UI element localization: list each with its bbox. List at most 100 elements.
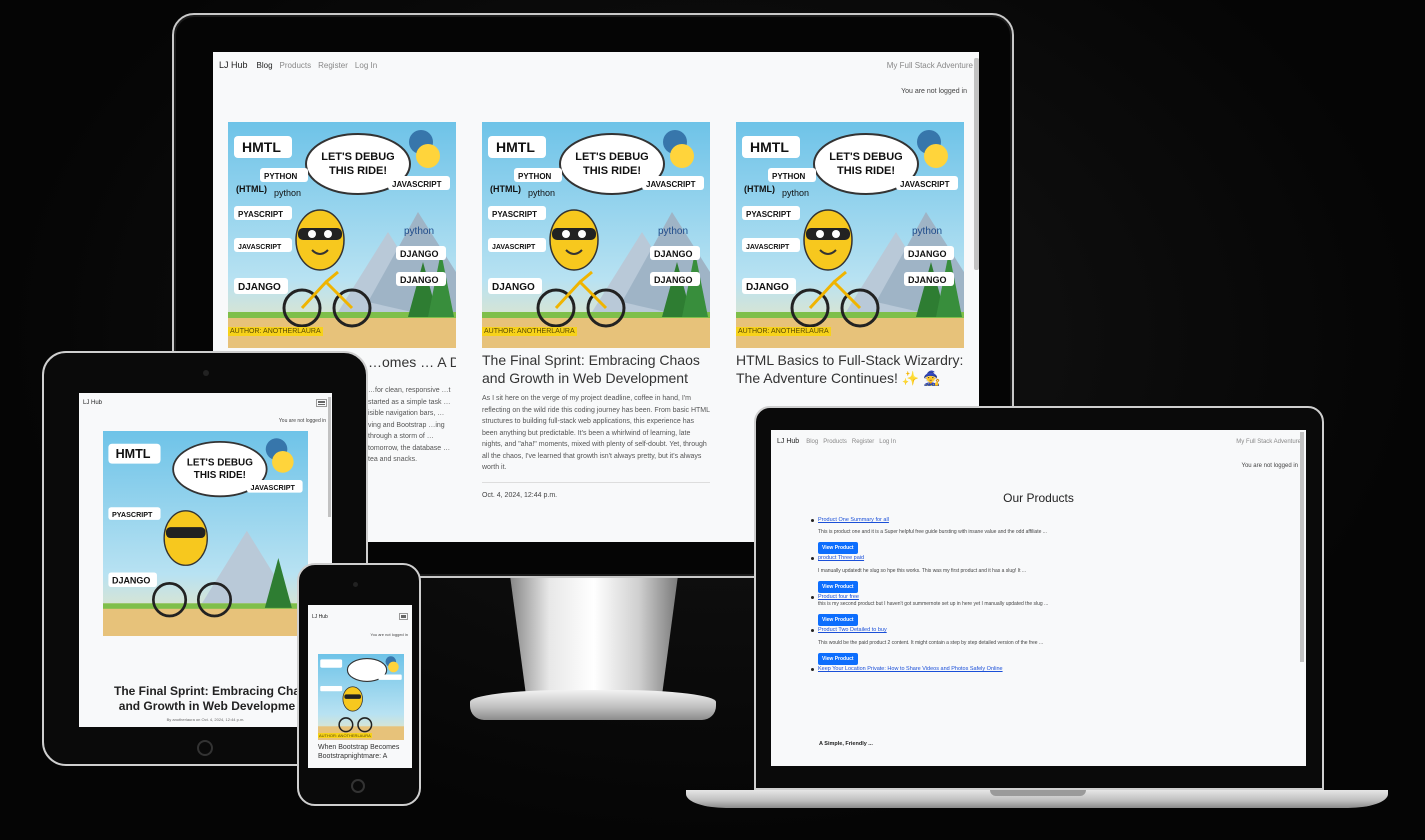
hamburger-menu-icon[interactable] [399,613,408,620]
brand-logo[interactable]: LJ Hub [777,438,799,445]
list-item: Keep Your Location Private: How to Share… [811,665,1281,673]
svg-text:HMTL: HMTL [750,139,789,155]
svg-text:JAVASCRIPT: JAVASCRIPT [238,244,282,251]
navbar: LJ Hub Blog Products Register Log In My … [777,438,1301,445]
author-badge: AUTHOR: ANOTHERLAURA [736,327,831,336]
login-status: You are not logged in [1241,463,1299,469]
blog-card-excerpt: As I sit here on the verge of my project… [482,395,710,471]
debug-ride-illustration: LET'S DEBUG THIS RIDE! HMTL PYTHON (HTML… [482,122,710,348]
debug-ride-illustration: LET'S DEBUG THIS RIDE! HMTL PYTHON (HTML… [228,122,456,348]
product-description: This would be the paid product 2 content… [818,640,1044,646]
product-description: I manually updatedt he slug so hpe this … [818,568,1027,574]
svg-text:JAVASCRIPT: JAVASCRIPT [646,180,696,189]
svg-text:JAVASCRIPT: JAVASCRIPT [746,244,790,251]
monitor-stand-base [470,690,716,720]
svg-text:python: python [658,226,688,237]
product-link[interactable]: Product Two Detailed to buy [818,626,1281,634]
debug-ride-illustration: LET'S DEBUG THIS RIDE! HMTL PYASCRIPT JA… [103,431,308,636]
camera-icon [203,370,209,376]
laptop-notch [990,790,1086,796]
nav-link-login[interactable]: Log In [355,61,377,70]
svg-text:JAVASCRIPT: JAVASCRIPT [900,180,950,189]
svg-text:PYASCRIPT: PYASCRIPT [238,210,283,219]
svg-text:DJANGO: DJANGO [400,275,439,285]
blog-card[interactable]: LET'S DEBUG THIS RIDE! HMTL PYTHON (HTML… [482,122,710,499]
svg-text:DJANGO: DJANGO [654,275,693,285]
blog-card-title[interactable]: When Bootstrap Becomes Bootstrapnightmar… [318,743,404,761]
svg-text:DJANGO: DJANGO [400,249,439,259]
blog-card-image[interactable]: AUTHOR: ANOTHERLAURA [318,654,404,740]
nav-link-blog[interactable]: Blog [806,439,818,445]
list-item: Product One Summary for all This is prod… [811,516,1281,554]
scrollbar[interactable] [1300,432,1304,662]
product-link[interactable]: Product four free [818,593,1281,601]
svg-text:THIS RIDE!: THIS RIDE! [837,165,895,177]
svg-text:(HTML): (HTML) [490,184,521,194]
svg-text:PYASCRIPT: PYASCRIPT [492,210,537,219]
post-byline: By anotherlaura on Oct. 4, 2024, 12:44 p… [166,717,245,722]
nav-link-products[interactable]: Products [823,439,847,445]
nav-link-products[interactable]: Products [280,61,312,70]
nav-link-register[interactable]: Register [318,61,348,70]
svg-text:PYTHON: PYTHON [518,172,552,181]
product-link[interactable]: Product One Summary for all [818,516,1281,524]
scrollbar[interactable] [328,397,331,517]
view-product-button[interactable]: View Product [818,614,858,626]
scrollbar[interactable] [974,58,979,270]
svg-text:DJANGO: DJANGO [492,282,535,293]
brand-logo[interactable]: LJ Hub [312,614,328,620]
svg-text:PYASCRIPT: PYASCRIPT [112,510,153,519]
login-status: You are not logged in [370,632,408,637]
svg-text:PYTHON: PYTHON [264,172,298,181]
svg-text:PYASCRIPT: PYASCRIPT [746,210,791,219]
home-button[interactable] [351,779,365,793]
nav-link-login[interactable]: Log In [879,439,896,445]
blog-card-image[interactable]: LET'S DEBUG THIS RIDE! HMTL PYTHON (HTML… [482,122,710,348]
author-badge: AUTHOR: ANOTHERLAURA [228,327,323,336]
svg-text:(HTML): (HTML) [744,184,775,194]
brand-logo[interactable]: LJ Hub [219,60,248,70]
svg-text:python: python [912,226,942,237]
svg-text:LET'S DEBUG: LET'S DEBUG [829,151,903,163]
svg-text:THIS RIDE!: THIS RIDE! [329,165,387,177]
navbar: LJ Hub Blog Products Register Log In My … [219,60,973,70]
svg-text:HMTL: HMTL [116,447,151,461]
brand-logo[interactable]: LJ Hub [83,400,102,406]
author-badge: AUTHOR: ANOTHERLAURA [318,733,372,738]
svg-text:DJANGO: DJANGO [654,249,693,259]
blog-card-image[interactable]: LET'S DEBUG THIS RIDE! HMTL PYTHON (HTML… [736,122,964,348]
login-status: You are not logged in [278,418,326,424]
view-product-button[interactable]: View Product [818,581,858,593]
view-product-button[interactable]: View Product [818,653,858,665]
post-title-line: The Final Sprint: Embracing Cha [113,684,301,698]
blog-card[interactable]: LET'S DEBUG THIS RIDE! HMTL PYTHON (HTML… [736,122,964,387]
laptop: LJ Hub Blog Products Register Log In My … [754,406,1324,790]
svg-text:HMTL: HMTL [496,139,535,155]
tablet-screen: LJ Hub You are not logged in LET'S DEBUG… [79,393,332,727]
svg-text:python: python [528,188,555,198]
product-link[interactable]: Keep Your Location Private: How to Share… [818,665,1281,673]
svg-text:DJANGO: DJANGO [908,275,947,285]
login-status: You are not logged in [901,88,967,95]
site-tagline: My Full Stack Adventure [886,60,973,70]
view-product-button[interactable]: View Product [818,542,858,554]
svg-text:PYTHON: PYTHON [772,172,806,181]
blog-card-image[interactable]: LET'S DEBUG THIS RIDE! HMTL PYTHON (HTML… [228,122,456,348]
blog-card[interactable]: LET'S DEBUG THIS RIDE! HMTL PYTHON (HTML… [228,122,456,348]
home-button[interactable] [197,740,213,756]
blog-card-title[interactable]: The Final Sprint: Embracing Chaos and Gr… [482,351,710,387]
monitor-stand-neck [510,578,678,698]
debug-ride-illustration: LET'S DEBUG THIS RIDE! HMTL PYTHON (HTML… [736,122,964,348]
laptop-screen: LJ Hub Blog Products Register Log In My … [771,430,1306,766]
product-description: This is product one and it is a Super he… [818,529,1047,535]
nav-link-register[interactable]: Register [852,439,874,445]
nav-link-blog[interactable]: Blog [257,61,273,70]
svg-text:python: python [782,188,809,198]
svg-text:(HTML): (HTML) [236,184,267,194]
product-link[interactable]: product Three paid [818,554,1281,562]
hamburger-menu-icon[interactable] [316,399,327,407]
phone: LJ Hub You are not logged in AUTHOR: ANO… [297,563,421,806]
navbar: LJ Hub [83,399,327,407]
blog-card-title[interactable]: HTML Basics to Full-Stack Wizardry: The … [736,351,964,387]
phone-screen: LJ Hub You are not logged in AUTHOR: ANO… [308,605,412,768]
